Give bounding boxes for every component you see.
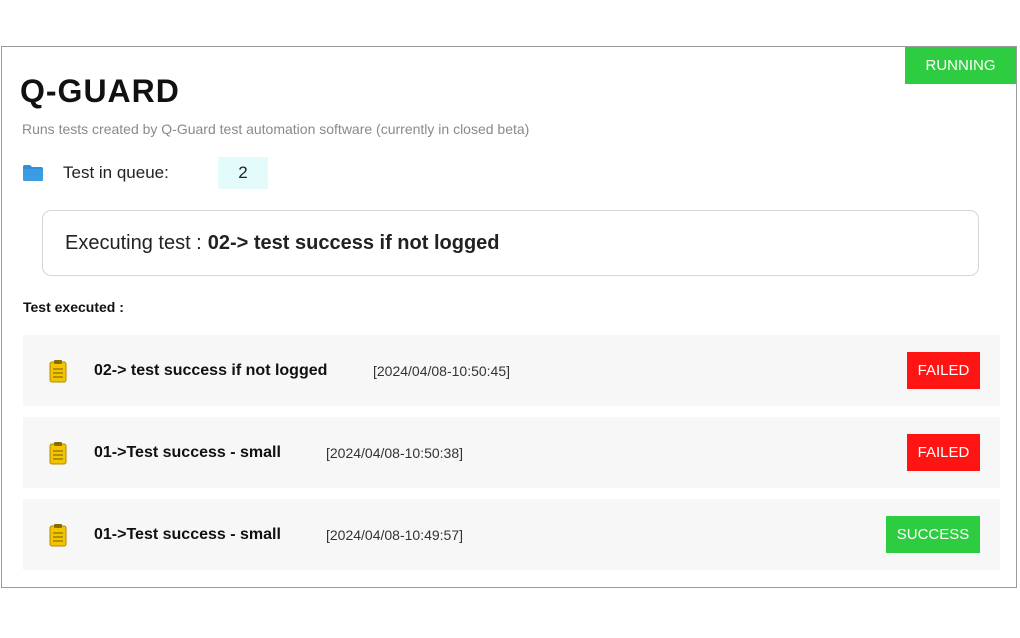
list-item[interactable]: 01->Test success - small [2024/04/08-10:… (23, 417, 1000, 488)
status-badge: RUNNING (905, 47, 1016, 84)
test-name: 01->Test success - small (94, 525, 281, 543)
test-timestamp: [2024/04/08-10:50:38] (326, 444, 464, 461)
folder-icon (23, 165, 43, 181)
test-timestamp: [2024/04/08-10:49:57] (326, 526, 464, 543)
clipboard-icon (49, 442, 67, 465)
test-status-badge: FAILED (907, 434, 980, 471)
queue-count: 2 (218, 157, 268, 189)
clipboard-icon (49, 360, 67, 383)
executing-label: Executing test : (65, 231, 202, 254)
executing-test-panel: Executing test : 02-> test success if no… (42, 210, 979, 276)
test-status-badge: SUCCESS (886, 516, 980, 553)
executed-section-title: Test executed : (23, 299, 124, 315)
test-timestamp: [2024/04/08-10:50:45] (373, 362, 511, 379)
app-window: RUNNING Q-GUARD Runs tests created by Q-… (1, 46, 1017, 588)
list-item[interactable]: 02-> test success if not logged [2024/04… (23, 335, 1000, 406)
test-name: 02-> test success if not logged (94, 361, 328, 379)
test-status-badge: FAILED (907, 352, 980, 389)
clipboard-icon (49, 524, 67, 547)
list-item[interactable]: 01->Test success - small [2024/04/08-10:… (23, 499, 1000, 570)
executed-test-list: 02-> test success if not logged [2024/04… (23, 335, 1000, 581)
test-name: 01->Test success - small (94, 443, 281, 461)
logo: Q-GUARD (20, 72, 180, 109)
executing-test-name: 02-> test success if not logged (207, 231, 500, 254)
app-subtitle: Runs tests created by Q-Guard test autom… (22, 121, 530, 137)
queue-row: Test in queue: 2 (22, 157, 268, 189)
queue-label: Test in queue: (63, 163, 169, 182)
